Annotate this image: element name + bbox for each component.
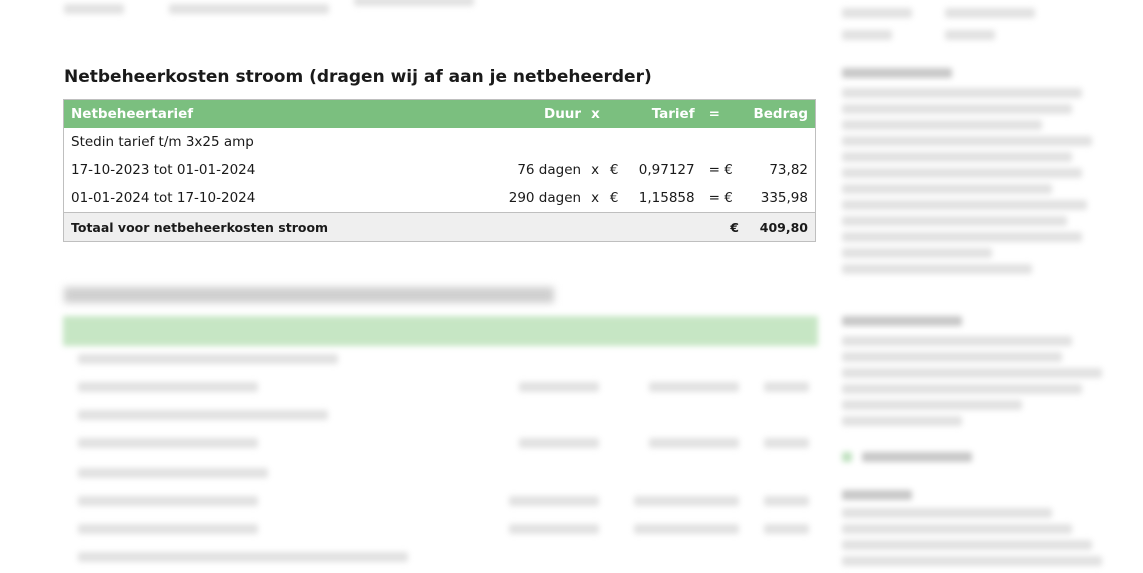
- header-rate: Tarief: [627, 99, 702, 128]
- total-label: Totaal voor netbeheerkosten stroom: [63, 212, 702, 242]
- blurred-sidebar: [840, 0, 1110, 573]
- row-times: x: [591, 190, 600, 206]
- table-row: 17-10-2023 tot 01-01-2024 76 dagen x € 0…: [64, 156, 816, 184]
- row-amount: 335,98: [760, 190, 808, 206]
- grid-fee-table: Netbeheertarief Duur x Tarief = Bedrag S…: [63, 99, 816, 242]
- table-header-row: Netbeheertarief Duur x Tarief = Bedrag: [63, 99, 816, 128]
- row-duration: 76 dagen: [517, 162, 582, 178]
- row-duration: 290 dagen: [508, 190, 582, 206]
- row-amount: 73,82: [769, 162, 808, 178]
- header-currency-spacer: [602, 99, 628, 128]
- total-currency: €: [701, 212, 746, 242]
- blurred-section-title: [64, 287, 554, 303]
- header-amount: Bedrag: [745, 99, 816, 128]
- row-label: Stedin tarief t/m 3x25 amp: [71, 134, 254, 150]
- row-times: [588, 128, 603, 156]
- section-title: Netbeheerkosten stroom (dragen wij af aa…: [64, 67, 652, 87]
- row-equals: [702, 128, 746, 156]
- row-currency: [603, 128, 627, 156]
- header-equals: =: [701, 99, 746, 128]
- row-amount: [746, 128, 816, 156]
- row-rate: 1,15858: [638, 190, 695, 206]
- row-label: 01-01-2024 tot 17-10-2024: [71, 190, 256, 206]
- row-currency: €: [609, 162, 619, 178]
- row-rate: 0,97127: [638, 162, 695, 178]
- row-equals: = €: [708, 162, 733, 178]
- total-amount: 409,80: [745, 212, 816, 242]
- row-rate: [627, 128, 702, 156]
- row-equals: = €: [708, 190, 733, 206]
- header-times: x: [588, 99, 603, 128]
- row-currency: €: [609, 190, 619, 206]
- table-row: 01-01-2024 tot 17-10-2024 290 dagen x € …: [64, 184, 816, 213]
- row-times: x: [591, 162, 600, 178]
- total-row: Totaal voor netbeheerkosten stroom € 409…: [63, 212, 816, 242]
- blurred-top-text: [64, 0, 534, 20]
- row-duration: [501, 128, 588, 156]
- blurred-table-header: [63, 316, 818, 346]
- row-label: 17-10-2023 tot 01-01-2024: [71, 162, 256, 178]
- blurred-table-body: [64, 350, 819, 573]
- header-duration: Duur: [501, 99, 589, 128]
- header-tariff: Netbeheertarief: [63, 99, 502, 128]
- table-row: Stedin tarief t/m 3x25 amp: [64, 128, 816, 156]
